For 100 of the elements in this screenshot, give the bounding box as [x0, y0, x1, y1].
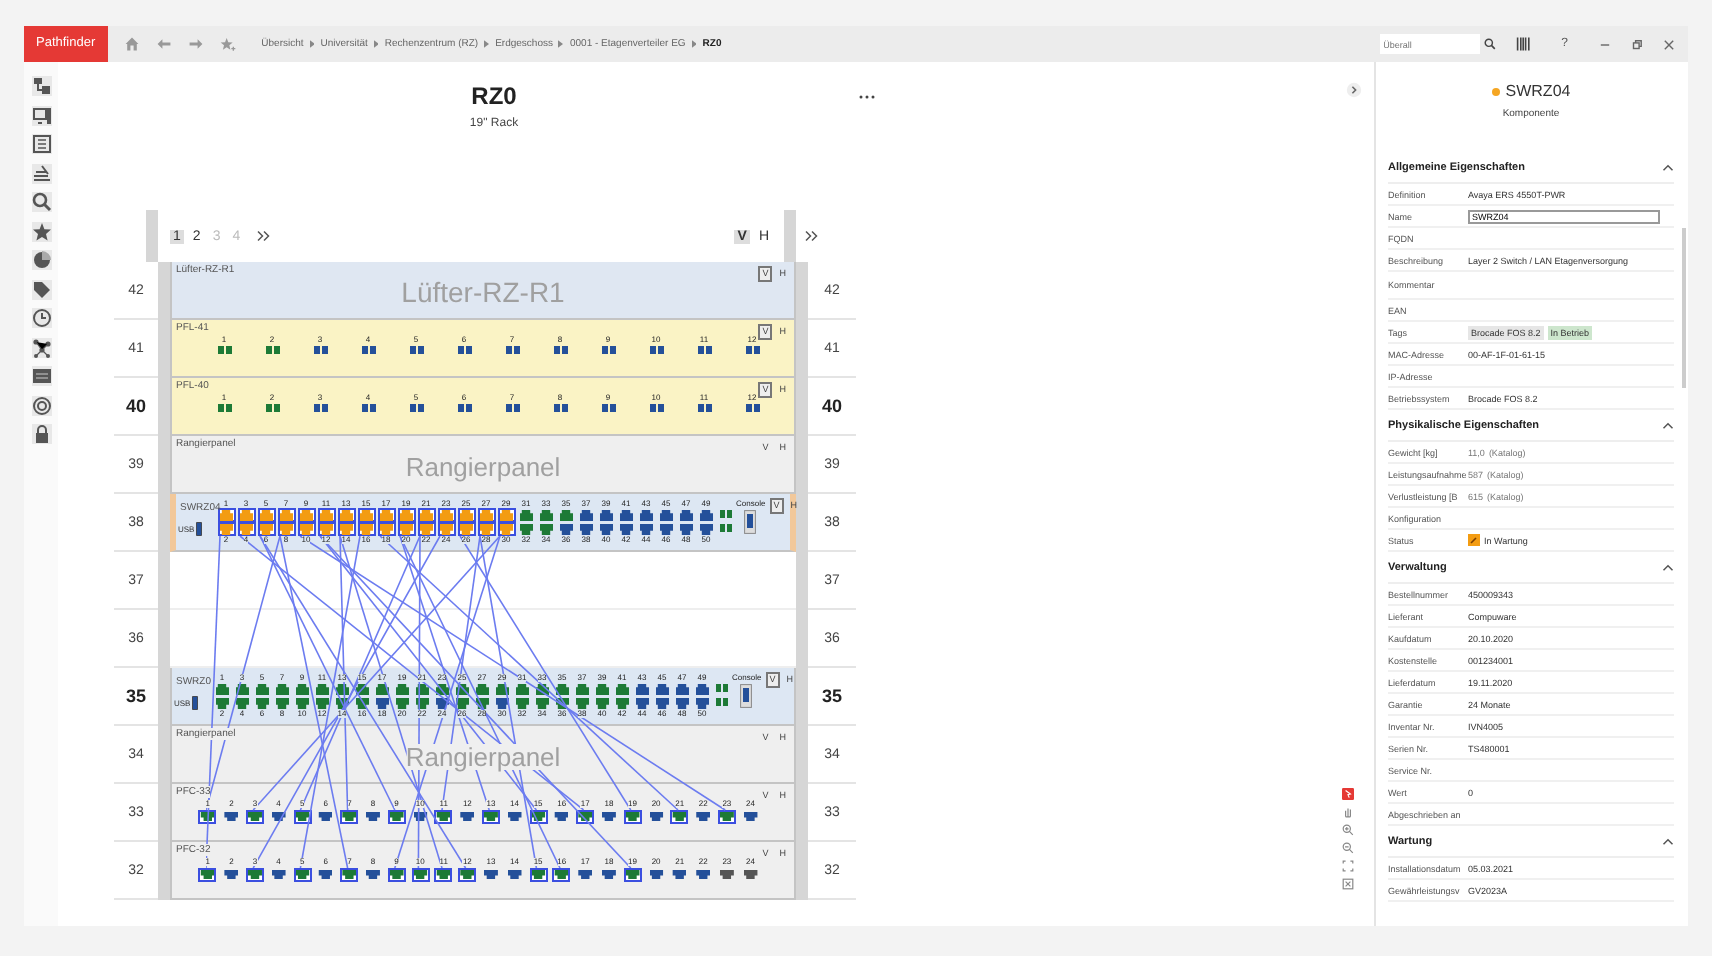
network-port[interactable]	[393, 682, 411, 696]
network-port[interactable]	[293, 809, 312, 823]
network-port[interactable]	[245, 809, 264, 823]
network-port[interactable]	[213, 696, 231, 710]
monitor-icon[interactable]	[31, 105, 51, 125]
network-port[interactable]	[657, 522, 675, 536]
network-port[interactable]	[653, 682, 671, 696]
network-port[interactable]	[613, 696, 631, 710]
network-port[interactable]	[273, 682, 291, 696]
network-port[interactable]	[377, 522, 395, 536]
network-port[interactable]	[505, 867, 524, 881]
network-port[interactable]	[513, 696, 531, 710]
network-port[interactable]	[597, 508, 615, 522]
target-icon[interactable]	[31, 395, 51, 415]
fiber-port-icon[interactable]	[313, 404, 327, 412]
layers-icon[interactable]	[31, 163, 51, 183]
network-port[interactable]	[222, 867, 241, 881]
chevron-right-icon[interactable]	[1346, 82, 1362, 98]
network-port[interactable]	[293, 696, 311, 710]
fiber-port-icon[interactable]	[601, 346, 615, 354]
network-port[interactable]	[457, 508, 475, 522]
fiber-port-icon[interactable]	[505, 346, 519, 354]
fiber-port-icon[interactable]	[697, 404, 711, 412]
network-port[interactable]	[458, 809, 477, 823]
fit-icon[interactable]	[1342, 860, 1354, 872]
console-port-icon[interactable]	[740, 684, 753, 708]
network-port[interactable]	[597, 522, 615, 536]
network-port[interactable]	[497, 522, 515, 536]
fiber-port-icon[interactable]	[265, 404, 279, 412]
network-port[interactable]	[397, 522, 415, 536]
fiber-port-icon[interactable]	[313, 346, 327, 354]
sfp-port-icon[interactable]	[720, 524, 732, 532]
network-port[interactable]	[373, 696, 391, 710]
network-port[interactable]	[577, 508, 595, 522]
network-port[interactable]	[599, 809, 618, 823]
network-port[interactable]	[552, 809, 571, 823]
network-port[interactable]	[297, 522, 315, 536]
chevron-up-icon[interactable]	[1662, 837, 1674, 845]
network-port[interactable]	[363, 809, 382, 823]
pointer-icon[interactable]	[1342, 788, 1354, 800]
hierarchy-icon[interactable]	[31, 76, 51, 96]
network-port[interactable]	[533, 696, 551, 710]
network-port[interactable]	[529, 867, 548, 881]
network-port[interactable]	[647, 867, 666, 881]
pie-chart-icon[interactable]	[31, 250, 51, 270]
network-port[interactable]	[417, 522, 435, 536]
network-port[interactable]	[670, 867, 689, 881]
network-port[interactable]	[316, 867, 335, 881]
network-port[interactable]	[357, 522, 375, 536]
restore-icon[interactable]	[1630, 37, 1644, 51]
network-port[interactable]	[257, 522, 275, 536]
network-port[interactable]	[337, 522, 355, 536]
network-port[interactable]	[337, 508, 355, 522]
panel-icon[interactable]	[31, 134, 51, 154]
more-icon[interactable]	[858, 94, 876, 100]
chevron-up-icon[interactable]	[1662, 421, 1674, 429]
network-port[interactable]	[387, 809, 406, 823]
fiber-port-icon[interactable]	[361, 346, 375, 354]
network-port[interactable]	[377, 508, 395, 522]
network-port[interactable]	[481, 867, 500, 881]
network-port[interactable]	[473, 682, 491, 696]
network-port[interactable]	[437, 508, 455, 522]
network-port[interactable]	[557, 508, 575, 522]
network-port[interactable]	[317, 522, 335, 536]
network-port[interactable]	[673, 682, 691, 696]
network-port[interactable]	[573, 682, 591, 696]
network-port[interactable]	[437, 522, 455, 536]
fiber-port-icon[interactable]	[409, 404, 423, 412]
network-port[interactable]	[577, 522, 595, 536]
network-port[interactable]	[717, 809, 736, 823]
lock-icon[interactable]	[31, 424, 51, 444]
network-port[interactable]	[253, 682, 271, 696]
fiber-port-icon[interactable]	[361, 404, 375, 412]
network-port[interactable]	[576, 867, 595, 881]
network-port[interactable]	[717, 867, 736, 881]
search-icon[interactable]	[31, 192, 51, 212]
network-port[interactable]	[677, 522, 695, 536]
zoom-in-icon[interactable]	[1342, 824, 1354, 836]
fiber-port-icon[interactable]	[457, 346, 471, 354]
network-port[interactable]	[293, 682, 311, 696]
network-port[interactable]	[537, 508, 555, 522]
network-port[interactable]	[593, 696, 611, 710]
network-port[interactable]	[237, 522, 255, 536]
network-port[interactable]	[213, 682, 231, 696]
close-icon[interactable]	[1662, 37, 1676, 51]
zoom-out-icon[interactable]	[1342, 842, 1354, 854]
network-port[interactable]	[417, 508, 435, 522]
network-port[interactable]	[633, 682, 651, 696]
sfp-port-icon[interactable]	[716, 684, 728, 692]
network-port[interactable]	[697, 522, 715, 536]
network-port[interactable]	[537, 522, 555, 536]
network-port[interactable]	[457, 522, 475, 536]
fiber-port-icon[interactable]	[217, 346, 231, 354]
network-port[interactable]	[198, 867, 217, 881]
network-port[interactable]	[363, 867, 382, 881]
network-port[interactable]	[222, 809, 241, 823]
network-port[interactable]	[677, 508, 695, 522]
network-port[interactable]	[647, 809, 666, 823]
network-port[interactable]	[633, 696, 651, 710]
network-port[interactable]	[397, 508, 415, 522]
